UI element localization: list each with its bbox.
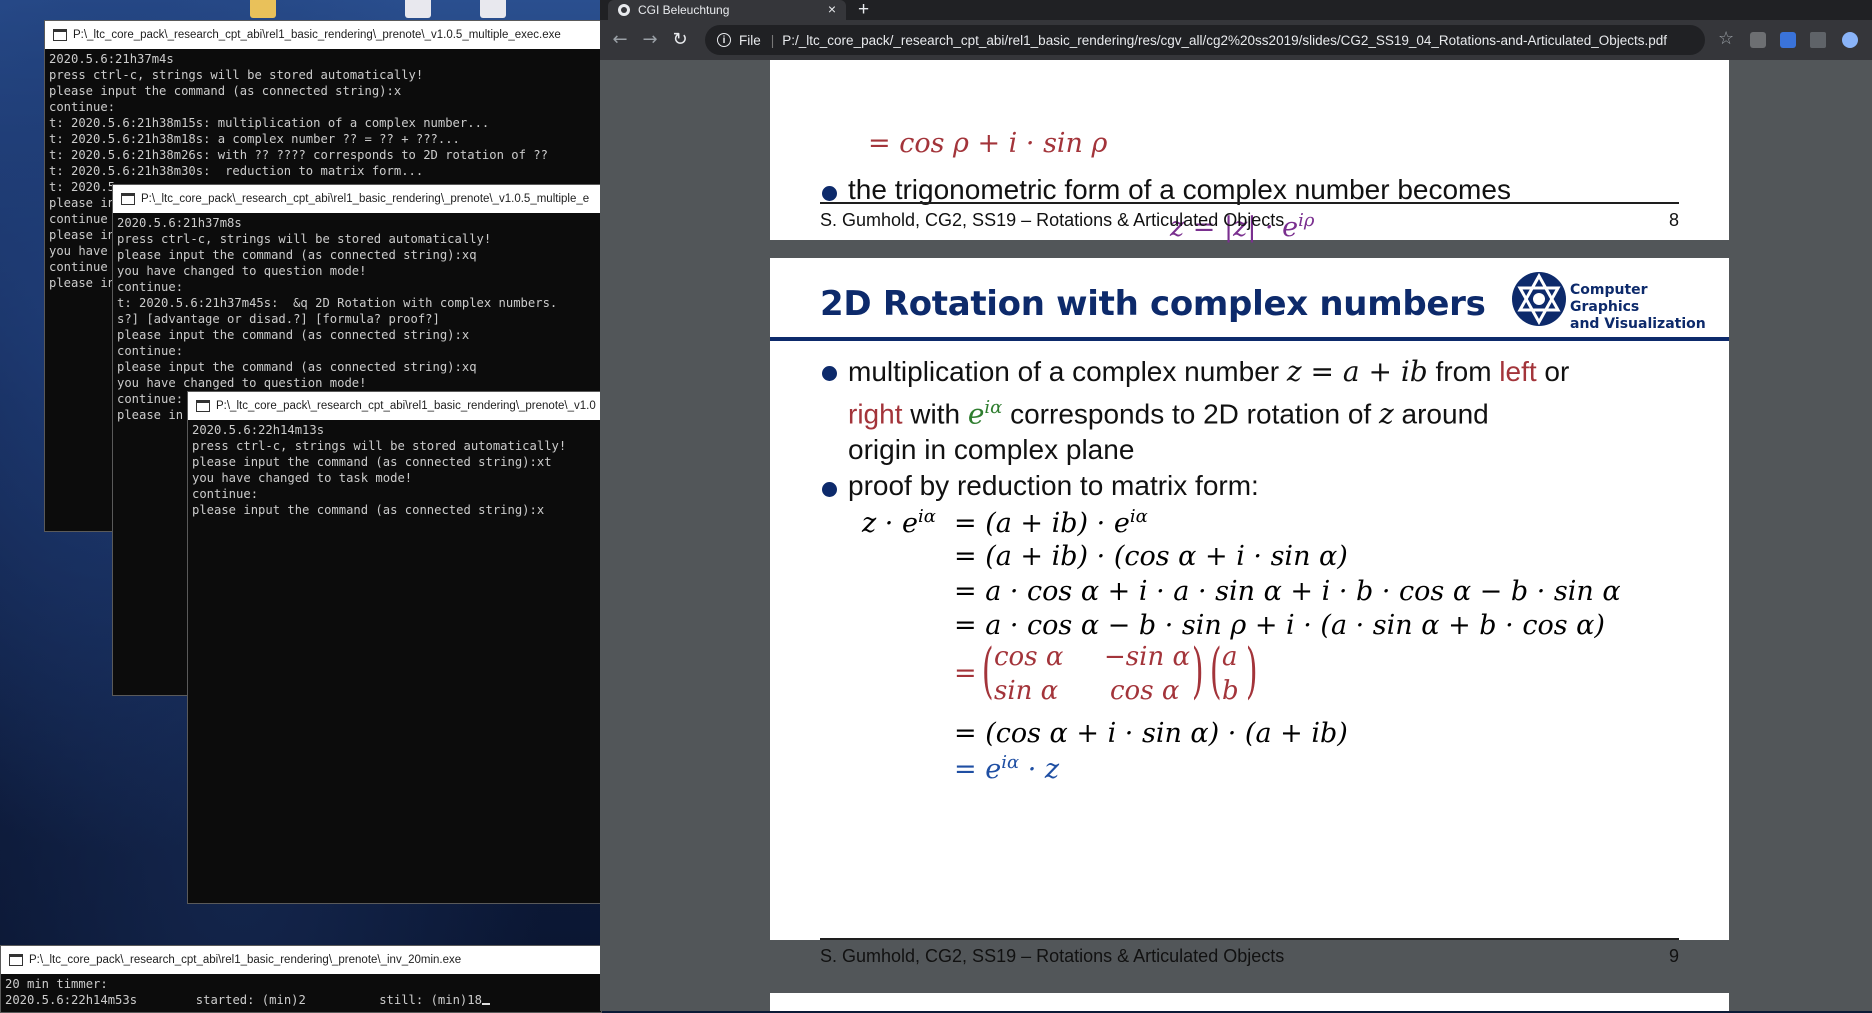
console-output: 20 min timmer: 2020.5.6:22h14m53s started… xyxy=(1,974,601,1010)
console-line: t: 2020.5.6:21h38m26s: with ?? ???? corr… xyxy=(49,148,548,162)
logo-line-2: and Visualization xyxy=(1570,316,1706,332)
slide-footer-8: S. Gumhold, CG2, SS19 – Rotations & Arti… xyxy=(820,202,1679,236)
console-line: t: 2020.5.6:21h38m30s: reduction to matr… xyxy=(49,164,424,178)
console-line: press ctrl-c, strings will be stored aut… xyxy=(117,232,492,246)
equation-matrix: = ( cos α −sin α sin α cos α ) ( a b ) xyxy=(954,636,1258,706)
page-number: 9 xyxy=(1668,945,1679,966)
console-line: 2020.5.6:21h37m8s xyxy=(117,216,242,230)
footer-text: S. Gumhold, CG2, SS19 – Rotations & Arti… xyxy=(820,209,1285,230)
console-line: please input the command (as connected s… xyxy=(192,455,552,469)
console-line: continue: xyxy=(117,344,184,358)
browser-window: CGI Beleuchtung × + ← → ↻ i File | P:/_l… xyxy=(600,0,1872,1011)
equation-line-0: = (a + ib) · eiα xyxy=(954,506,1148,539)
bullet-point xyxy=(822,482,837,497)
console-icon xyxy=(53,29,67,41)
address-bar[interactable]: i File | P:/_ltc_core_pack/_research_cpt… xyxy=(705,25,1705,55)
pdf-page-9: 2D Rotation with complex numbers Compute… xyxy=(770,258,1729,940)
console-title-bar[interactable]: P:\_ltc_core_pack\_research_cpt_abi\rel1… xyxy=(45,21,601,49)
back-button[interactable]: ← xyxy=(608,28,632,52)
url-scheme: File xyxy=(739,32,761,48)
bullet-point xyxy=(822,186,837,201)
bullet-point xyxy=(822,366,837,381)
console-title: P:\_ltc_core_pack\_research_cpt_abi\rel1… xyxy=(216,400,596,412)
footer-text: S. Gumhold, CG2, SS19 – Rotations & Arti… xyxy=(820,945,1285,966)
slide-title: 2D Rotation with complex numbers xyxy=(820,284,1486,324)
translate-icon[interactable] xyxy=(1780,32,1796,48)
console-line: t: 2020.5.6:21h37m45s: &q 2D Rotation wi… xyxy=(117,296,558,310)
globe-icon xyxy=(618,4,630,16)
console-window-3[interactable]: P:\_ltc_core_pack\_research_cpt_abi\rel1… xyxy=(187,391,602,904)
tab-cgi-beleuchtung[interactable]: CGI Beleuchtung × xyxy=(608,0,846,20)
equation-line-1: = (a + ib) · (cos α + i · sin α) xyxy=(954,541,1348,572)
console-window-timer[interactable]: P:\_ltc_core_pack\_research_cpt_abi\rel1… xyxy=(0,945,602,1013)
bullet-text-1: multiplication of a complex number z = a… xyxy=(848,355,1570,466)
console-title-bar[interactable]: P:\_ltc_core_pack\_research_cpt_abi\rel1… xyxy=(113,185,601,213)
forward-button[interactable]: → xyxy=(638,28,662,52)
text-cursor xyxy=(481,1003,490,1005)
console-icon xyxy=(196,400,210,412)
console-line: please input the command (as connected s… xyxy=(117,248,477,262)
console-title-bar[interactable]: P:\_ltc_core_pack\_research_cpt_abi\rel1… xyxy=(188,392,601,420)
console-line: 2020.5.6:22h14m13s xyxy=(192,423,325,437)
document-extension-icon[interactable] xyxy=(1810,32,1826,48)
profile-avatar[interactable] xyxy=(1842,32,1858,48)
console-title-bar[interactable]: P:\_ltc_core_pack\_research_cpt_abi\rel1… xyxy=(1,946,601,974)
new-tab-button[interactable]: + xyxy=(858,0,869,21)
console-line: you have changed to question mode! xyxy=(117,376,367,390)
bookmark-star-icon[interactable]: ☆ xyxy=(1718,28,1734,49)
equation-line-3: = a · cos α − b · sin ρ + i · (a · sin α… xyxy=(954,610,1605,641)
cgv-logo-icon xyxy=(1512,272,1566,326)
slide-footer-9: S. Gumhold, CG2, SS19 – Rotations & Arti… xyxy=(820,938,1679,972)
pdf-viewer[interactable]: = cos ρ + i · sin ρ the trigonometric fo… xyxy=(600,60,1872,1011)
console-title: P:\_ltc_core_pack\_research_cpt_abi\rel1… xyxy=(141,193,590,205)
folder-icon[interactable] xyxy=(250,0,276,18)
console-line: please input the command (as connected s… xyxy=(192,503,545,517)
console-line: please input the command (as connected s… xyxy=(117,360,477,374)
equation-line-5: = (cos α + i · sin α) · (a + ib) xyxy=(954,718,1348,749)
cgv-logo: Computer Graphics and Visualization xyxy=(1510,270,1710,333)
url-text[interactable]: P:/_ltc_core_pack/_research_cpt_abi/rel1… xyxy=(782,33,1667,48)
equation-lhs: z · eiα xyxy=(862,506,936,539)
console-line: you have changed to task mode! xyxy=(192,471,413,485)
document-icon[interactable] xyxy=(480,0,506,18)
console-line: continue: xyxy=(117,280,184,294)
console-line: please input the command (as connected s… xyxy=(49,84,402,98)
close-icon[interactable]: × xyxy=(828,1,836,17)
logo-text: Computer Graphics and Visualization xyxy=(1570,282,1710,333)
console-line: 20 min timmer: xyxy=(5,977,108,991)
console-line: please input the command (as connected s… xyxy=(117,328,470,342)
console-line: you have changed to question mode! xyxy=(117,264,367,278)
file-icon[interactable] xyxy=(405,0,431,18)
console-icon xyxy=(121,193,135,205)
logo-line-1: Computer Graphics xyxy=(1570,282,1648,315)
console-output: 2020.5.6:22h14m13s press ctrl-c, strings … xyxy=(188,420,601,520)
browser-toolbar: ← → ↻ i File | P:/_ltc_core_pack/_resear… xyxy=(600,20,1872,60)
console-line: t: 2020.5.6:21h38m15s: multiplication of… xyxy=(49,116,490,130)
pdf-page-10 xyxy=(770,993,1729,1011)
console-icon xyxy=(9,954,23,966)
console-line: continue: xyxy=(49,100,116,114)
info-icon[interactable]: i xyxy=(717,33,731,47)
reload-button[interactable]: ↻ xyxy=(668,28,692,52)
page-number: 8 xyxy=(1668,209,1679,230)
url-separator: | xyxy=(770,32,775,48)
bullet-text-2: proof by reduction to matrix form: xyxy=(848,470,1259,501)
console-line: press ctrl-c, strings will be stored aut… xyxy=(192,439,567,453)
extension-icon[interactable] xyxy=(1750,32,1766,48)
console-line: 2020.5.6:21h37m4s xyxy=(49,52,174,66)
console-line: continue: xyxy=(192,487,259,501)
equation-line-6: = eiα · z xyxy=(954,752,1060,785)
equation-cos-sin: = cos ρ + i · sin ρ xyxy=(868,128,1108,159)
tab-strip: CGI Beleuchtung × + xyxy=(600,0,1872,20)
console-line: s?] [advantage or disad.?] [formula? pro… xyxy=(117,312,440,326)
console-title: P:\_ltc_core_pack\_research_cpt_abi\rel1… xyxy=(73,29,561,41)
console-title: P:\_ltc_core_pack\_research_cpt_abi\rel1… xyxy=(29,954,462,966)
equation-line-2: = a · cos α + i · a · sin α + i · b · co… xyxy=(954,576,1621,607)
title-divider xyxy=(770,337,1729,341)
console-line: t: 2020.5.6:21h38m18s: a complex number … xyxy=(49,132,460,146)
tab-title: CGI Beleuchtung xyxy=(638,3,730,17)
console-line: 2020.5.6:22h14m53s started: (min)2 still… xyxy=(5,992,597,1008)
console-line: press ctrl-c, strings will be stored aut… xyxy=(49,68,424,82)
